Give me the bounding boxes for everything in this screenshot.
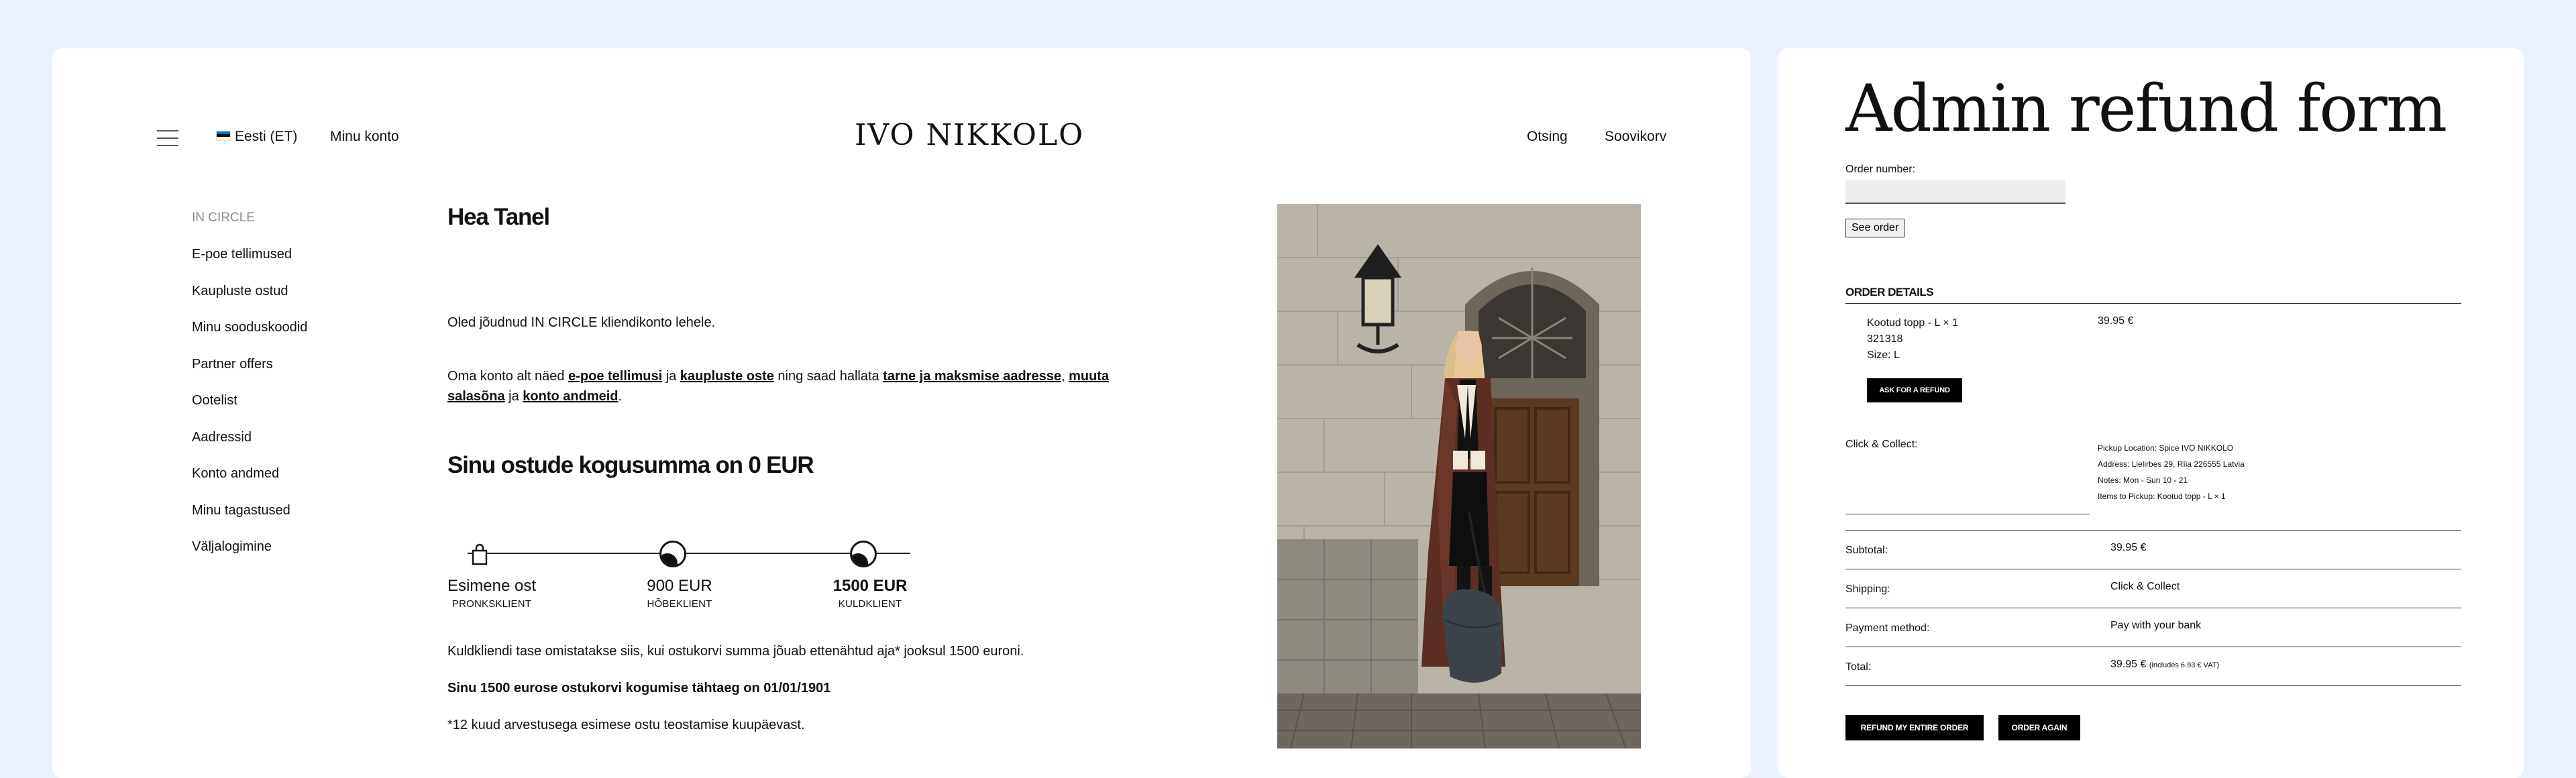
footnote: *12 kuud arvestusega esimese ostu teosta… (447, 718, 805, 732)
sidebar-item-partner-offers[interactable]: Partner offers (192, 355, 307, 392)
vat-note: (includes 6.93 € VAT) (2149, 661, 2219, 669)
tier-label: HÕBEKLIENT (647, 598, 712, 610)
sidebar-item-logout[interactable]: Väljalogimine (192, 538, 307, 575)
tier-label: PRONKSKLIENT (451, 598, 532, 610)
intro-text-part: ning saad hallata (773, 369, 883, 384)
order-details-title: ORDER DETAILS (1845, 286, 1934, 298)
order-number-label: Order number: (1845, 164, 1916, 175)
tier-amount: 900 EUR (647, 577, 712, 595)
click-collect-label: Click & Collect: (1845, 439, 1918, 450)
refund-entire-order-button[interactable]: REFUND MY ENTIRE ORDER (1845, 715, 1984, 740)
menu-icon[interactable] (157, 130, 178, 146)
gold-tier-marker-icon (850, 541, 877, 567)
payment-method-label: Payment method: (1845, 622, 1930, 634)
shipping-label: Shipping: (1845, 584, 1890, 595)
admin-form-title: Admin refund form (1845, 71, 2447, 146)
product-size: Size: L (1867, 349, 1900, 361)
account-details-link[interactable]: konto andmeid (523, 389, 618, 404)
total-label: Total: (1845, 661, 1872, 673)
shopping-bag-icon (472, 543, 488, 565)
order-number-input[interactable] (1845, 180, 2065, 204)
pickup-address: Address: Lielirbes 29, Rīia 226555 Latvi… (2098, 459, 2245, 469)
wishlist-link[interactable]: Soovikorv (1605, 129, 1666, 145)
pickup-location: Pickup Location: Spice IVO NIKKOLO (2098, 443, 2234, 453)
sidebar-section-title: IN CIRCLE (192, 211, 255, 225)
greeting-heading: Hea Tanel (447, 204, 550, 230)
eshop-orders-link[interactable]: e-poe tellimusi (568, 369, 662, 384)
product-name: Kootud topp - L × 1 (1867, 317, 1958, 329)
intro-text-part: . (618, 389, 623, 404)
welcome-text: Oled jõudnud IN CIRCLE kliendikonto lehe… (447, 315, 716, 330)
tier-amount: 1500 EUR (833, 577, 908, 595)
account-main-content: Hea Tanel Oled jõudnud IN CIRCLE kliendi… (447, 204, 1192, 732)
intro-text-part: , (1061, 369, 1069, 384)
divider (1845, 303, 2461, 304)
tier-silver: 900 EUR HÕBEKLIENT (633, 577, 727, 610)
deadline-note: Sinu 1500 eurose ostukorvi kogumise täht… (447, 681, 831, 696)
gold-tier-note: Kuldkliendi tase omistatakse siis, kui o… (447, 644, 1024, 659)
intro-text-part: Oma konto alt näed (447, 369, 569, 384)
tier-label: KULDKLIENT (838, 598, 902, 610)
sidebar-item-returns[interactable]: Minu tagastused (192, 502, 307, 539)
account-sidebar: IN CIRCLE E-poe tellimused Kaupluste ost… (192, 209, 307, 575)
store-purchases-link[interactable]: kaupluste oste (680, 369, 774, 384)
sidebar-item-account-details[interactable]: Konto andmed (192, 465, 307, 502)
model-photo (1277, 204, 1641, 748)
order-again-button[interactable]: ORDER AGAIN (1998, 715, 2080, 740)
pickup-notes: Notes: Mon - Sun 10 - 21 (2098, 476, 2188, 485)
loyalty-progress: Esimene ost PRONKSKLIENT 900 EUR HÕBEKLI… (447, 519, 957, 610)
subtotal-value: 39.95 € (2110, 542, 2147, 553)
total-value: 39.95 € (includes 6.93 € VAT) (2110, 659, 2219, 671)
brand-logo[interactable]: IVO NIKKOLO (855, 118, 1084, 152)
click-collect-info: Pickup Location: Spice IVO NIKKOLO Addre… (2098, 440, 2245, 504)
product-sku: 321318 (1867, 333, 1903, 345)
payment-method-value: Pay with your bank (2110, 620, 2202, 631)
estonian-flag-icon (216, 130, 231, 141)
pickup-items: Items to Pickup: Kootud topp - L × 1 (2098, 492, 2226, 501)
sidebar-item-store-purchases[interactable]: Kaupluste ostud (192, 282, 307, 319)
sidebar-item-eshop-orders[interactable]: E-poe tellimused (192, 245, 307, 282)
admin-refund-panel: Admin refund form Order number: See orde… (1778, 48, 2524, 778)
divider (1845, 685, 2461, 686)
intro-text: Oma konto alt näed e-poe tellimusi ja ka… (447, 366, 1159, 406)
store-account-panel: Eesti (ET) Minu konto IVO NIKKOLO Otsing… (52, 48, 1751, 778)
shipping-value: Click & Collect (2110, 581, 2180, 592)
language-label: Eesti (ET) (235, 129, 298, 144)
silver-tier-marker-icon (659, 541, 686, 567)
tier-bronze: Esimene ost PRONKSKLIENT (445, 577, 539, 610)
divider (1845, 530, 2461, 531)
intro-text-part: ja (662, 369, 680, 384)
tier-gold: 1500 EUR KULDKLIENT (823, 577, 917, 610)
ask-refund-button[interactable]: ASK FOR A REFUND (1867, 378, 1962, 402)
total-amount: 39.95 € (2110, 659, 2147, 670)
product-price: 39.95 € (2098, 315, 2134, 327)
see-order-button[interactable]: See order (1845, 219, 1905, 237)
search-link[interactable]: Otsing (1527, 129, 1568, 145)
sidebar-item-waitlist[interactable]: Ootelist (192, 392, 307, 429)
addresses-link[interactable]: tarne ja maksmise aadresse (883, 369, 1061, 384)
order-line-item: Kootud topp - L × 1 321318 Size: L (1867, 315, 1958, 364)
language-selector[interactable]: Eesti (ET) (216, 129, 297, 145)
my-account-link[interactable]: Minu konto (330, 129, 399, 145)
progress-line (468, 553, 910, 554)
sidebar-item-discount-codes[interactable]: Minu sooduskoodid (192, 319, 307, 355)
purchase-total-heading: Sinu ostude kogusumma on 0 EUR (447, 452, 814, 478)
intro-text-part: ja (504, 389, 523, 404)
sidebar-item-addresses[interactable]: Aadressid (192, 429, 307, 465)
tier-amount: Esimene ost (447, 577, 537, 595)
subtotal-label: Subtotal: (1845, 545, 1888, 556)
